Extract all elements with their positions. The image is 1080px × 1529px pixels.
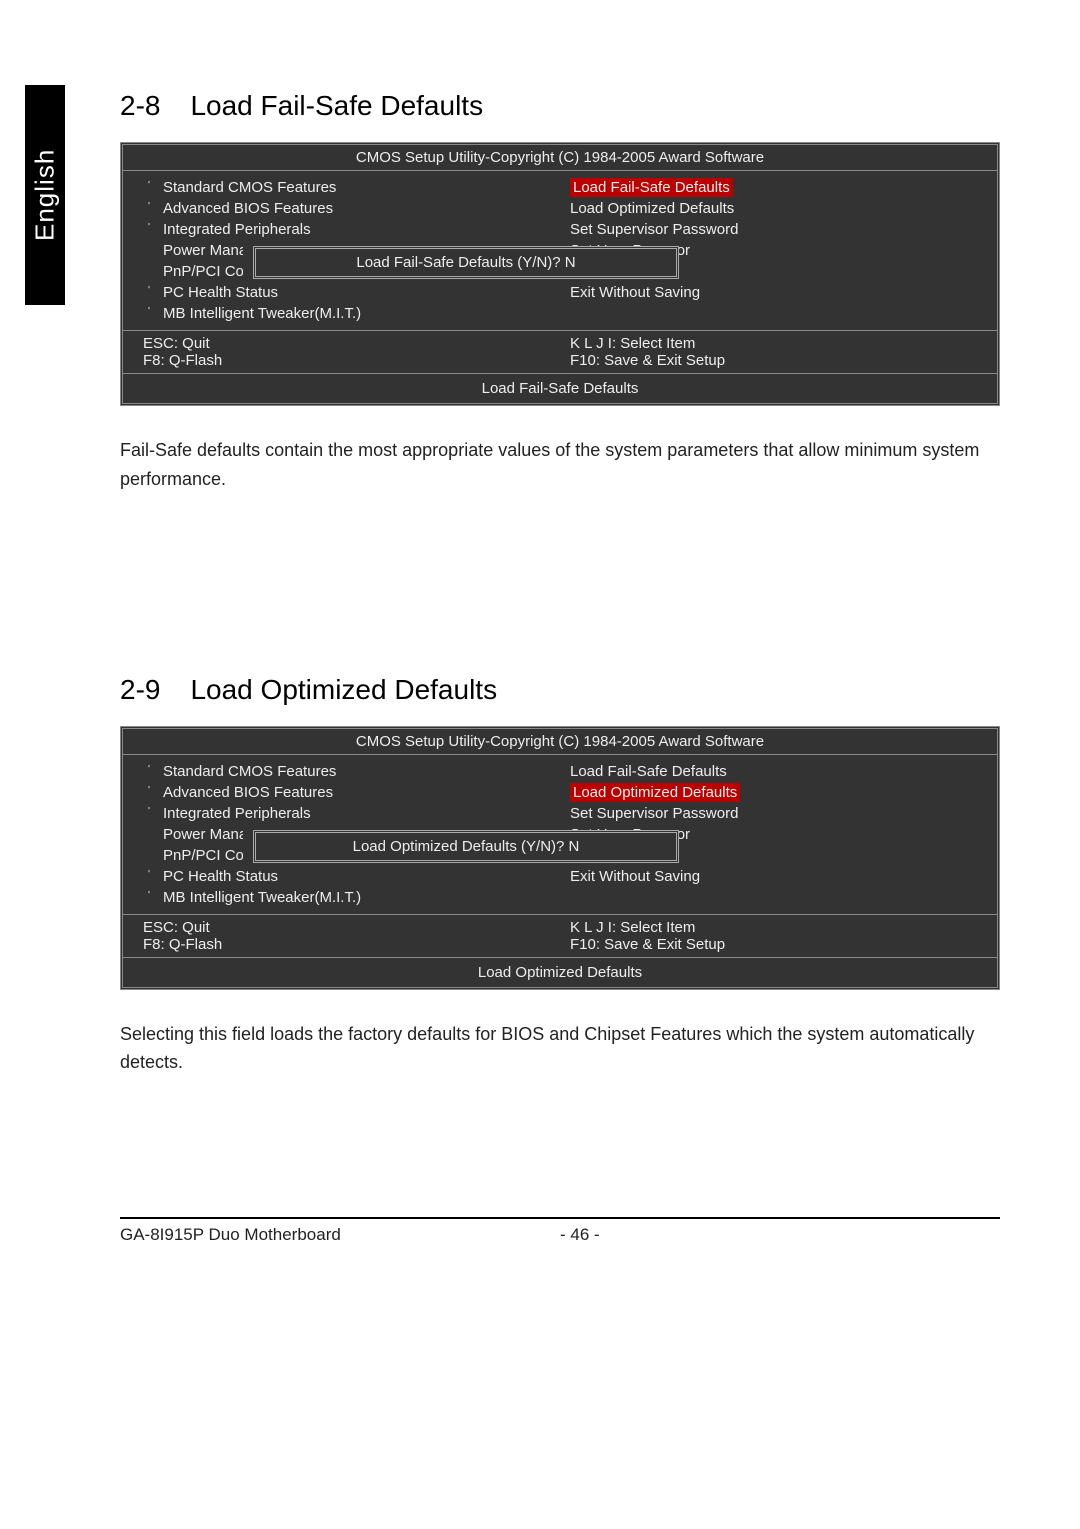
- bios-footer-help: Load Fail-Safe Defaults: [123, 374, 997, 403]
- section-2-8-title: 2-8 Load Fail-Safe Defaults: [120, 90, 1000, 122]
- footer-model: GA-8I915P Duo Motherboard: [120, 1225, 560, 1245]
- section-2-9-text: Selecting this field loads the factory d…: [120, 1020, 1000, 1078]
- key-hint-select: K L J I: Select Item: [570, 335, 977, 352]
- menu-item[interactable]: 'Advanced BIOS Features: [163, 782, 560, 803]
- section-2-9-name: Load Optimized Defaults: [190, 674, 497, 705]
- menu-item[interactable]: 'PnP/PCI Configurations: [163, 845, 243, 866]
- confirm-dialog[interactable]: Load Fail-Safe Defaults (Y/N)? N: [253, 246, 679, 279]
- menu-item[interactable]: 'Advanced BIOS Features: [163, 198, 560, 219]
- menu-item[interactable]: 'Standard CMOS Features: [163, 761, 560, 782]
- key-hint-esc: ESC: Quit: [143, 919, 540, 936]
- bios-header: CMOS Setup Utility-Copyright (C) 1984-20…: [123, 145, 997, 171]
- menu-item[interactable]: 'MB Intelligent Tweaker(M.I.T.): [163, 887, 560, 908]
- confirm-dialog[interactable]: Load Optimized Defaults (Y/N)? N: [253, 830, 679, 863]
- menu-item[interactable]: Set Supervisor Password: [570, 219, 997, 240]
- footer-page-number: - 46 -: [560, 1225, 1000, 1245]
- menu-item[interactable]: 'PC Health Status: [163, 282, 560, 303]
- key-hint-esc: ESC: Quit: [143, 335, 540, 352]
- section-2-9-num: 2-9: [120, 674, 160, 706]
- menu-item[interactable]: 'PC Health Status: [163, 866, 560, 887]
- key-hint-f8: F8: Q-Flash: [143, 936, 540, 953]
- menu-item[interactable]: Load Fail-Safe Defaults: [570, 761, 997, 782]
- key-hint-f8: F8: Q-Flash: [143, 352, 540, 369]
- menu-item[interactable]: 'Standard CMOS Features: [163, 177, 560, 198]
- menu-item[interactable]: 'Power Management Setup: [163, 240, 243, 261]
- menu-item[interactable]: 'Integrated Peripherals: [163, 803, 560, 824]
- menu-item[interactable]: 'Integrated Peripherals: [163, 219, 560, 240]
- menu-item[interactable]: Exit Without Saving: [570, 866, 997, 887]
- section-2-8-num: 2-8: [120, 90, 160, 122]
- menu-item-selected[interactable]: Load Fail-Safe Defaults: [570, 177, 997, 198]
- menu-item-selected[interactable]: Load Optimized Defaults: [570, 782, 997, 803]
- bios-header: CMOS Setup Utility-Copyright (C) 1984-20…: [123, 729, 997, 755]
- menu-item[interactable]: Exit Without Saving: [570, 282, 997, 303]
- key-hint-f10: F10: Save & Exit Setup: [570, 936, 977, 953]
- page-footer: GA-8I915P Duo Motherboard - 46 -: [120, 1217, 1000, 1245]
- section-2-8-text: Fail-Safe defaults contain the most appr…: [120, 436, 1000, 494]
- section-2-8-name: Load Fail-Safe Defaults: [190, 90, 483, 121]
- language-tab: English: [25, 85, 65, 305]
- menu-item[interactable]: 'MB Intelligent Tweaker(M.I.T.): [163, 303, 560, 324]
- section-2-9-title: 2-9 Load Optimized Defaults: [120, 674, 1000, 706]
- menu-item[interactable]: Set Supervisor Password: [570, 803, 997, 824]
- bios-screen-2-9: CMOS Setup Utility-Copyright (C) 1984-20…: [120, 726, 1000, 990]
- bios-screen-2-8: CMOS Setup Utility-Copyright (C) 1984-20…: [120, 142, 1000, 406]
- key-hint-f10: F10: Save & Exit Setup: [570, 352, 977, 369]
- bios-footer-help: Load Optimized Defaults: [123, 958, 997, 987]
- key-hint-select: K L J I: Select Item: [570, 919, 977, 936]
- menu-item[interactable]: Load Optimized Defaults: [570, 198, 997, 219]
- menu-item[interactable]: 'PnP/PCI Configurations: [163, 261, 243, 282]
- menu-item[interactable]: 'Power Management Setup: [163, 824, 243, 845]
